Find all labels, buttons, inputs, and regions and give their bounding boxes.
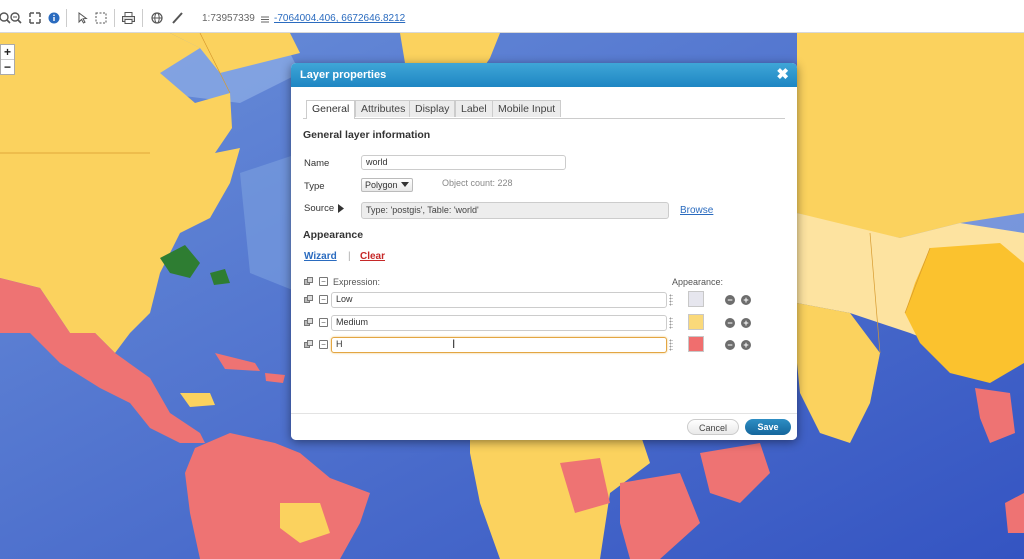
clear-link[interactable]: Clear xyxy=(360,251,385,262)
zoom-in-button[interactable]: + xyxy=(1,45,14,59)
expression-header: Expression: xyxy=(333,277,381,287)
rule-collapse-icon[interactable]: − xyxy=(319,295,328,304)
appearance-section-title: Appearance xyxy=(303,229,364,241)
add-rule-button-icon[interactable]: + xyxy=(741,318,751,328)
appearance-header: Appearance: xyxy=(672,277,724,287)
rule-collapse-icon[interactable]: − xyxy=(319,340,328,349)
globe-icon[interactable] xyxy=(150,11,163,24)
add-rule-button-icon[interactable]: + xyxy=(741,295,751,305)
remove-rule-icon[interactable]: − xyxy=(725,295,735,305)
drag-handle-icon[interactable] xyxy=(669,339,673,351)
fullscreen-icon[interactable] xyxy=(28,11,41,24)
close-icon[interactable]: ✖ xyxy=(776,63,789,87)
layer-properties-dialog: Layer properties ✖ General Attributes Di… xyxy=(291,63,797,440)
rule-copy-icon[interactable] xyxy=(304,295,313,304)
save-button[interactable]: Save xyxy=(745,419,791,435)
scale-readout: 1:73957339 xyxy=(202,13,255,24)
coordinates-icon xyxy=(258,12,271,25)
expression-field-high[interactable]: H xyxy=(331,337,667,353)
map-zoom-control: + − xyxy=(0,44,15,75)
chevron-down-icon xyxy=(401,182,409,187)
rule-collapse-icon[interactable]: − xyxy=(319,318,328,327)
name-field[interactable]: world xyxy=(361,155,566,170)
dialog-title: Layer properties xyxy=(300,69,387,81)
toolbar-separator xyxy=(114,9,115,27)
tab-mobile-input[interactable]: Mobile Input xyxy=(492,100,562,117)
source-field: Type: 'postgis', Table: 'world' xyxy=(361,202,669,219)
dialog-header: Layer properties ✖ xyxy=(291,63,797,87)
info-icon[interactable] xyxy=(47,11,60,24)
expand-arrow-icon[interactable] xyxy=(337,204,346,213)
add-rule-icon[interactable] xyxy=(304,277,313,286)
text-cursor-icon: I xyxy=(452,337,456,351)
map-toolbar: 1:73957339 -7064004.406, 6672646.8212 xyxy=(0,0,1024,33)
toolbar-separator xyxy=(66,9,67,27)
type-select-value: Polygon xyxy=(365,180,398,190)
drag-handle-icon[interactable] xyxy=(669,317,673,329)
browse-link[interactable]: Browse xyxy=(680,205,713,216)
link-separator: | xyxy=(348,251,351,262)
drag-handle-icon[interactable] xyxy=(669,294,673,306)
object-count: Object count: 228 xyxy=(442,178,513,188)
name-label: Name xyxy=(304,158,330,169)
dialog-footer: Cancel Save xyxy=(291,413,797,440)
remove-rule-icon[interactable]: − xyxy=(725,340,735,350)
print-icon[interactable] xyxy=(122,11,135,24)
rule-copy-icon[interactable] xyxy=(304,340,313,349)
type-select[interactable]: Polygon xyxy=(361,178,413,192)
expression-field-low[interactable]: Low xyxy=(331,292,667,308)
collapse-icon[interactable]: − xyxy=(319,277,328,286)
tab-general[interactable]: General xyxy=(306,100,356,119)
color-swatch-low[interactable] xyxy=(688,291,704,307)
tab-display[interactable]: Display xyxy=(409,100,456,117)
wizard-link[interactable]: Wizard xyxy=(304,251,337,262)
select-box-icon[interactable] xyxy=(94,11,107,24)
toolbar-separator xyxy=(142,9,143,27)
rule-copy-icon[interactable] xyxy=(304,318,313,327)
cancel-button[interactable]: Cancel xyxy=(687,419,739,435)
add-rule-button-icon[interactable]: + xyxy=(741,340,751,350)
color-swatch-medium[interactable] xyxy=(688,314,704,330)
general-section-title: General layer information xyxy=(303,129,431,141)
zoom-out-icon[interactable] xyxy=(9,11,22,24)
type-label: Type xyxy=(304,181,325,192)
coordinates-readout[interactable]: -7064004.406, 6672646.8212 xyxy=(274,13,405,24)
draw-icon[interactable] xyxy=(170,11,183,24)
select-pointer-icon[interactable] xyxy=(76,11,89,24)
color-swatch-high[interactable] xyxy=(688,336,704,352)
tab-attributes[interactable]: Attributes xyxy=(355,100,412,117)
remove-rule-icon[interactable]: − xyxy=(725,318,735,328)
tab-label[interactable]: Label xyxy=(455,100,493,117)
zoom-out-button[interactable]: − xyxy=(1,59,14,74)
expression-field-medium[interactable]: Medium xyxy=(331,315,667,331)
source-label: Source xyxy=(304,203,335,214)
tab-bar: General Attributes Display Label Mobile … xyxy=(303,100,785,119)
